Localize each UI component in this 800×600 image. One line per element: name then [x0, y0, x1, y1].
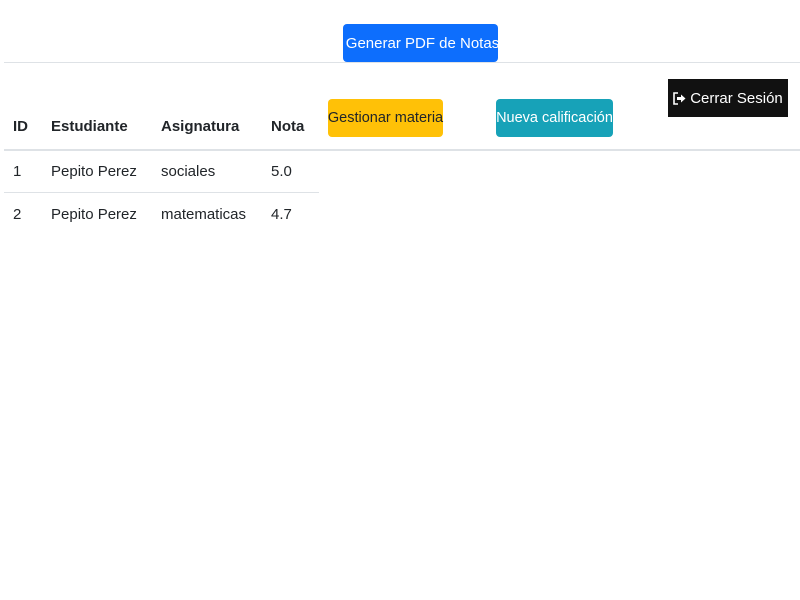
header-nota: Nota — [271, 118, 305, 135]
cell-nota: 5.0 — [271, 163, 292, 180]
generate-pdf-button[interactable]: PDF Generar PDF de Notas — [343, 24, 500, 62]
grades-page: PDF Generar PDF de Notas Cerrar Sesión G… — [0, 0, 800, 600]
top-divider — [4, 62, 800, 63]
sign-out-icon — [673, 91, 686, 105]
new-grade-label: Nueva calificación — [496, 110, 613, 126]
generate-pdf-label: Generar PDF de Notas — [345, 34, 500, 52]
header-estudiante: Estudiante — [51, 118, 128, 135]
manage-subject-label: Gestionar materia — [327, 110, 444, 126]
cell-id: 2 — [13, 206, 22, 223]
cell-id: 1 — [13, 163, 22, 180]
logout-label: Cerrar Sesión — [690, 89, 783, 107]
table-header-divider — [4, 149, 800, 151]
cell-estudiante: Pepito Perez — [51, 206, 137, 223]
cell-asignatura: matematicas — [161, 206, 247, 223]
cell-asignatura: sociales — [161, 163, 216, 180]
manage-subject-button[interactable]: Gestionar materia — [328, 99, 443, 137]
header-id: ID — [13, 118, 28, 135]
cell-estudiante: Pepito Perez — [51, 163, 137, 180]
logout-button[interactable]: Cerrar Sesión — [668, 79, 788, 117]
cell-nota: 4.7 — [271, 206, 292, 223]
new-grade-button[interactable]: Nueva calificación — [496, 99, 613, 137]
header-asignatura: Asignatura — [161, 118, 240, 135]
table-row-divider — [4, 192, 319, 193]
